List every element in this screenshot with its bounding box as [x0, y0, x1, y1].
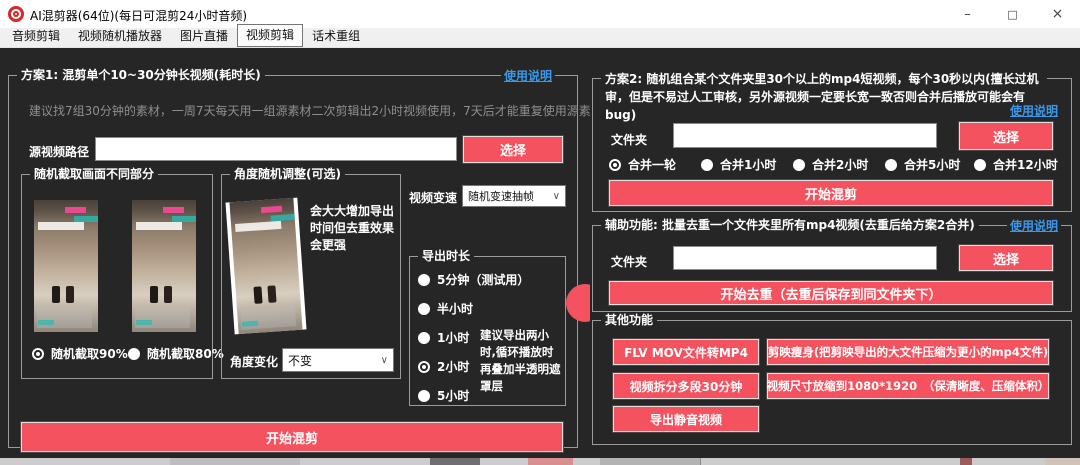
- radio-icon: [974, 159, 986, 171]
- tab-video-edit[interactable]: 视频剪辑: [237, 24, 303, 47]
- radio-merge-1h[interactable]: 合并1小时: [701, 156, 776, 173]
- tab-script-remix[interactable]: 话术重组: [303, 25, 369, 47]
- assist-choose-button[interactable]: 选择: [959, 245, 1053, 271]
- radio-icon: [128, 348, 140, 360]
- duration-note: 建议导出两小时,循环播放时再叠加半透明遮罩层: [480, 327, 562, 395]
- plan2-start-button[interactable]: 开始混剪: [609, 180, 1053, 206]
- tab-bar: 音频剪辑 视频随机播放器 图片直播 视频剪辑 话术重组: [0, 28, 1080, 48]
- crop-group: 随机截取画面不同部分 随机截取90% 随机截取80%: [21, 174, 213, 379]
- radio-icon: [32, 348, 44, 360]
- radio-merge-5h[interactable]: 合并5小时: [885, 156, 960, 173]
- angle-change-select[interactable]: 不变 ∨: [282, 348, 394, 372]
- plan1-start-button[interactable]: 开始混剪: [21, 422, 563, 452]
- close-button[interactable]: ×: [1035, 0, 1080, 28]
- assist-legend: 辅助功能: 批量去重一个文件夹里所有mp4视频(去重后给方案2合并): [601, 217, 979, 234]
- app-window: AI混剪器(64位)(每日可混剪24小时音频) – □ × 音频剪辑 视频随机播…: [0, 0, 1080, 465]
- others-group: 其他功能 FLV MOV文件转MP4 剪映瘦身(把剪映导出的大文件压缩为更小的m…: [592, 320, 1072, 445]
- minimize-button[interactable]: –: [945, 0, 990, 28]
- plan2-legend: 方案2: 随机组合某个文件夹里30个以上的mp4短视频，每个30秒以内(擅长过机…: [601, 70, 1047, 124]
- plan2-folder-label: 文件夹: [611, 131, 647, 148]
- plan2-choose-button[interactable]: 选择: [959, 122, 1053, 150]
- assist-folder-input[interactable]: [673, 246, 937, 270]
- split-video-30min-button[interactable]: 视频拆分多段30分钟: [613, 373, 759, 399]
- assist-folder-label: 文件夹: [611, 253, 647, 270]
- assist-start-button[interactable]: 开始去重（去重后保存到同文件夹下）: [609, 281, 1053, 305]
- radio-icon: [418, 361, 430, 373]
- plan2-folder-input[interactable]: [673, 123, 937, 148]
- main-content: 方案1: 混剪单个10~30分钟长视频(耗时长) 使用说明 建议找7组30分钟的…: [0, 48, 1080, 458]
- angle-group-legend: 角度随机调整(可选): [230, 166, 345, 183]
- plan2-help-link[interactable]: 使用说明: [1007, 102, 1061, 119]
- radio-icon: [609, 159, 621, 171]
- radio-crop-80[interactable]: 随机截取80%: [128, 345, 224, 362]
- radio-duration-2h[interactable]: 2小时: [418, 358, 469, 375]
- jianying-shrink-button[interactable]: 剪映瘦身(把剪映导出的大文件压缩为更小的mp4文件): [767, 339, 1049, 365]
- radio-icon: [793, 159, 805, 171]
- duration-group-legend: 导出时长: [418, 248, 474, 265]
- duration-group: 导出时长 5分钟（测试用） 半小时 1小时 2小时: [409, 256, 566, 406]
- app-icon: [8, 6, 24, 22]
- source-path-label: 源视频路径: [29, 143, 89, 160]
- window-titlebar: AI混剪器(64位)(每日可混剪24小时音频) – □ ×: [0, 0, 1080, 28]
- plan1-choose-button[interactable]: 选择: [463, 136, 563, 163]
- preview-thumbnail-tilted: [230, 200, 302, 332]
- preview-thumbnail-1: [34, 200, 98, 332]
- flv-mov-to-mp4-button[interactable]: FLV MOV文件转MP4: [613, 339, 759, 365]
- angle-change-label: 角度变化: [230, 353, 278, 370]
- radio-crop-90[interactable]: 随机截取90%: [32, 345, 128, 362]
- tab-image-live[interactable]: 图片直播: [171, 25, 237, 47]
- crop-group-legend: 随机截取画面不同部分: [30, 166, 158, 183]
- preview-thumbnail-2: [132, 200, 196, 332]
- radio-merge-2h[interactable]: 合并2小时: [793, 156, 868, 173]
- radio-icon: [701, 159, 713, 171]
- window-title: AI混剪器(64位)(每日可混剪24小时音频): [30, 7, 247, 24]
- radio-icon: [418, 332, 430, 344]
- radio-duration-half-hour[interactable]: 半小时: [418, 300, 473, 317]
- plan1-help-link[interactable]: 使用说明: [501, 67, 555, 84]
- angle-note: 会大大增加导出时间但去重效果会更强: [310, 203, 398, 254]
- taskbar[interactable]: [0, 458, 1080, 465]
- radio-merge-12h[interactable]: 合并12小时: [974, 156, 1058, 173]
- radio-icon: [418, 303, 430, 315]
- speed-label: 视频变速: [409, 189, 457, 206]
- others-legend: 其他功能: [601, 312, 657, 329]
- radio-merge-one-round[interactable]: 合并一轮: [609, 156, 676, 173]
- tab-audio-edit[interactable]: 音频剪辑: [3, 25, 69, 47]
- radio-duration-1h[interactable]: 1小时: [418, 329, 469, 346]
- chevron-down-icon: ∨: [381, 355, 388, 366]
- maximize-button[interactable]: □: [990, 0, 1035, 28]
- plan1-hint: 建议找7组30分钟的素材，一周7天每天用一组源素材二次剪辑出2小时视频使用，7天…: [29, 102, 603, 119]
- tab-random-player[interactable]: 视频随机播放器: [69, 25, 171, 47]
- radio-icon: [418, 390, 430, 402]
- assist-help-link[interactable]: 使用说明: [1007, 217, 1061, 234]
- chevron-down-icon: ∨: [553, 191, 560, 202]
- source-path-input[interactable]: [95, 137, 457, 161]
- plan1-group: 方案1: 混剪单个10~30分钟长视频(耗时长) 使用说明 建议找7组30分钟的…: [8, 75, 578, 448]
- radio-icon: [885, 159, 897, 171]
- plan2-group: 方案2: 随机组合某个文件夹里30个以上的mp4短视频，每个30秒以内(擅长过机…: [592, 78, 1072, 212]
- radio-icon: [418, 274, 430, 286]
- assist-group: 辅助功能: 批量去重一个文件夹里所有mp4视频(去重后给方案2合并) 使用说明 …: [592, 225, 1072, 312]
- speed-select[interactable]: 随机变速抽帧 ∨: [462, 185, 566, 207]
- export-muted-video-button[interactable]: 导出静音视频: [613, 406, 759, 432]
- angle-group: 角度随机调整(可选) 会大大增加导出时间但去重效果会更强 角度变化 不变 ∨: [221, 174, 401, 379]
- radio-duration-5h[interactable]: 5小时: [418, 387, 469, 404]
- plan1-legend: 方案1: 混剪单个10~30分钟长视频(耗时长): [17, 67, 265, 84]
- radio-duration-5min[interactable]: 5分钟（测试用）: [418, 271, 529, 288]
- resize-1080x1920-button[interactable]: 视频尺寸放缩到1080*1920 （保清晰度、压缩体积）: [767, 373, 1049, 399]
